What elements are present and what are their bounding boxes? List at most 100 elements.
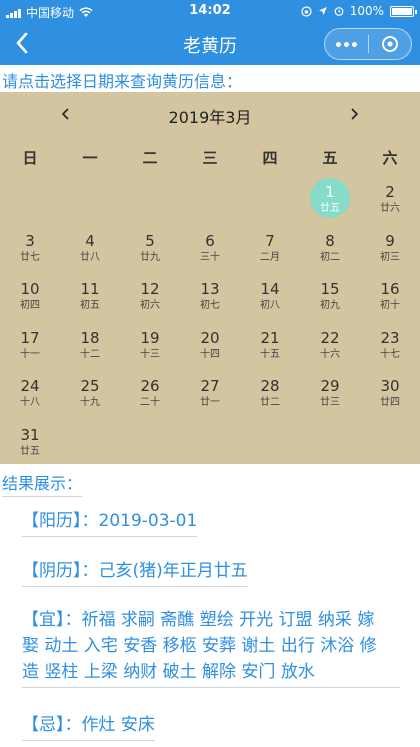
target-close-icon [381,36,398,52]
day-number: 12 [140,280,160,299]
more-dot-icon [335,41,341,47]
day-number: 5 [145,231,155,250]
lunar-date: 初五 [80,300,100,312]
lunar-date: 初六 [140,300,160,312]
calendar-day[interactable]: 26 二十 [120,374,180,420]
day-number: 20 [200,328,220,347]
battery-icon [390,5,417,17]
calendar-day[interactable]: 1 廿五 [300,178,360,226]
lunar-date: 廿五 [20,446,40,457]
day-number: 7 [265,231,275,250]
lunar-date: 十二 [80,348,100,360]
status-right: 100% [301,4,417,18]
calendar-day[interactable]: 30 廿四 [360,374,420,420]
calendar: 2019年3月 日一二三四五六 1 廿五 2 廿六 3 廿七 4 廿八 5 廿九 6 三十 7 二月 8 初二… [0,92,420,464]
day-number: 11 [80,280,100,299]
calendar-day[interactable]: 15 初九 [300,277,360,323]
day-number: 6 [205,231,215,250]
calendar-day[interactable]: 31 廿五 [0,423,60,469]
calendar-day[interactable]: 24 十八 [0,374,60,420]
next-month-icon[interactable] [346,104,362,124]
day-number: 9 [385,231,395,250]
lunar-date: 廿八 [80,251,100,263]
calendar-day[interactable]: 12 初六 [120,277,180,323]
day-number: 19 [140,328,160,347]
ji-row: 【忌】：作灶 安床 [22,712,155,741]
close-mini-program-button[interactable] [368,29,411,59]
day-number: 15 [320,280,340,299]
day-number: 28 [260,377,280,396]
calendar-day[interactable]: 10 初四 [0,277,60,323]
calendar-day[interactable]: 22 十六 [300,326,360,372]
yi-line-1: 祈福 求嗣 斋醮 塑绘 开光 订盟 纳采 嫁 [81,610,375,630]
lunar-date: 十七 [380,348,400,360]
calendar-day[interactable]: 18 十二 [60,326,120,372]
day-number: 27 [200,377,220,396]
calendar-day[interactable]: 29 廿三 [300,374,360,420]
nav-bar: 老黄历 [0,22,420,65]
lunar-date: 初八 [260,300,280,312]
calendar-day[interactable]: 19 十三 [120,326,180,372]
day-number: 4 [85,231,95,250]
lunar-date: 十一 [20,348,40,360]
calendar-day[interactable]: 7 二月 [240,229,300,275]
day-number: 10 [20,280,40,299]
calendar-day[interactable]: 9 初三 [360,229,420,275]
calendar-day[interactable]: 25 十九 [60,374,120,420]
day-number: 29 [320,377,340,396]
weekday-label: 日 [22,149,38,167]
weekday-label: 三 [202,149,218,167]
lunar-date: 初四 [20,300,40,312]
day-number: 1 [325,183,335,201]
query-prompt: 请点击选择日期来查询黄历信息： [2,68,243,95]
lunar-date: 初九 [320,300,340,312]
day-number: 22 [320,328,340,347]
lunar-date: 十四 [200,348,220,360]
day-number: 31 [20,426,40,444]
day-number: 26 [140,377,160,396]
day-number: 8 [325,231,335,250]
more-menu-button[interactable] [325,29,368,59]
battery-percent: 100% [349,4,384,18]
calendar-day[interactable]: 21 十五 [240,326,300,372]
more-dot-icon [351,41,357,47]
calendar-day[interactable]: 20 十四 [180,326,240,372]
solar-value: 2019-03-01 [98,511,198,531]
day-number: 18 [80,328,100,347]
lunar-date: 十六 [320,348,340,360]
calendar-day[interactable]: 3 廿七 [0,229,60,275]
calendar-day[interactable]: 14 初八 [240,277,300,323]
location-icon [318,7,327,15]
lunar-tag: 【阴历】： [22,561,99,581]
calendar-day[interactable]: 23 十七 [360,326,420,372]
calendar-day[interactable]: 17 十一 [0,326,60,372]
weekday-row: 日一二三四五六 [0,147,420,169]
lunar-date: 二月 [260,251,280,263]
day-number: 3 [25,231,35,250]
yi-tag: 【宜】： [22,610,82,630]
more-dot-icon [343,41,349,47]
day-number: 30 [380,377,400,396]
weekday-label: 一 [82,149,98,167]
day-number: 14 [260,280,280,299]
lunar-date: 廿五 [320,203,340,214]
yi-line-3: 造 竖柱 上梁 纳财 破土 解除 安门 放水 [22,662,315,682]
calendar-day[interactable]: 2 廿六 [360,180,420,226]
calendar-day[interactable]: 16 初十 [360,277,420,323]
calendar-day[interactable]: 28 廿二 [240,374,300,420]
calendar-day[interactable]: 13 初七 [180,277,240,323]
status-bar: 中国移动 14:02 100% [0,0,420,22]
calendar-day[interactable]: 5 廿九 [120,229,180,275]
lunar-date: 十三 [140,348,160,360]
calendar-header: 2019年3月 [0,92,420,138]
calendar-day[interactable]: 27 廿一 [180,374,240,420]
day-number: 25 [80,377,100,396]
lunar-date: 初三 [380,251,400,263]
calendar-day[interactable]: 6 三十 [180,229,240,275]
solar-tag: 【阳历】： [22,511,99,531]
lunar-date: 廿二 [260,397,280,409]
calendar-day[interactable]: 8 初二 [300,229,360,275]
calendar-day[interactable]: 4 廿八 [60,229,120,275]
lunar-date: 二十 [140,397,160,409]
calendar-day[interactable]: 11 初五 [60,277,120,323]
